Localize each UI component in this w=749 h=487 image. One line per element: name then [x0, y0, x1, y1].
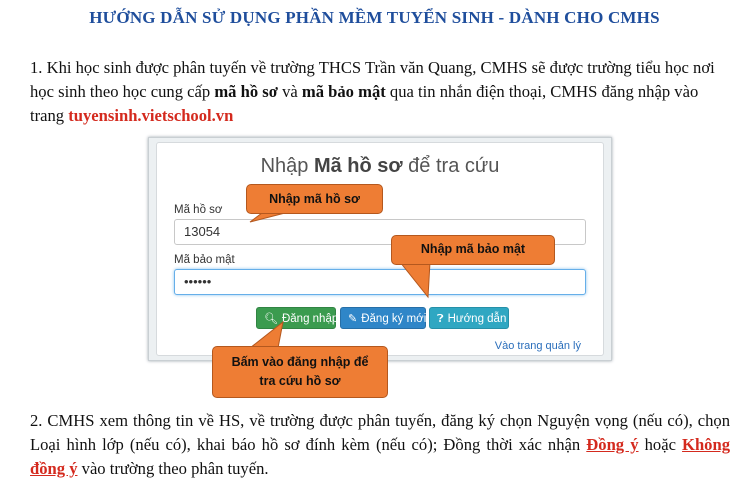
callout-enter-code: Nhập mã hồ sơ — [246, 184, 383, 214]
tail-enter-password — [398, 261, 431, 299]
tail-enter-code — [249, 212, 286, 223]
callout-enter-password: Nhập mã bảo mật — [391, 235, 555, 265]
tail-click-login — [248, 320, 284, 349]
callout-click-login: Bấm vào đăng nhập để tra cứu hồ sơ — [212, 346, 388, 398]
callout-click-login-line1: Bấm vào đăng nhập để — [231, 355, 369, 369]
callout-click-login-line2: tra cứu hồ sơ — [259, 374, 341, 388]
callout-tails — [248, 212, 431, 349]
